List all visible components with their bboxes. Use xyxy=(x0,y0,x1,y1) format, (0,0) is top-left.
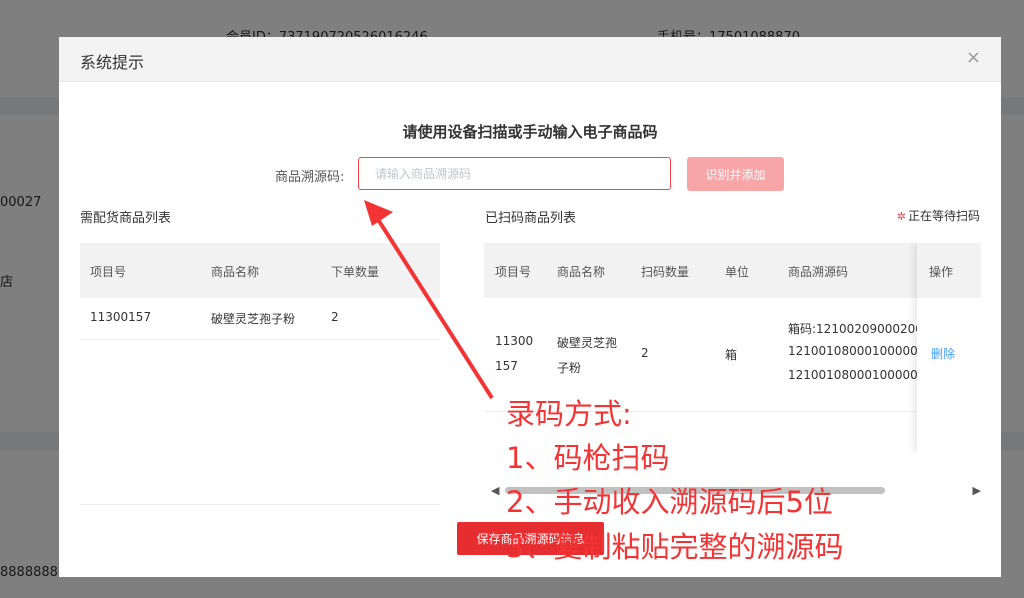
close-icon[interactable]: × xyxy=(966,48,981,68)
trace-code-input[interactable] xyxy=(358,157,671,190)
required-items-table: 项目号 商品名称 下单数量 11300157 破壁灵芝孢子粉 2 xyxy=(80,243,440,340)
trace-code-cell: 121001080001000000 xyxy=(788,344,926,358)
column-header: 项目号 xyxy=(495,265,532,279)
scan-instruction: 请使用设备扫描或手动输入电子商品码 xyxy=(402,123,658,141)
delete-link[interactable]: 删除 xyxy=(931,345,955,362)
column-header: 下单数量 xyxy=(331,265,380,279)
column-header: 项目号 xyxy=(90,265,127,279)
column-header: 操作 xyxy=(929,265,954,279)
waiting-status-text: 正在等待扫码 xyxy=(907,209,980,223)
fixed-action-column: 操作 删除 xyxy=(917,243,981,453)
trace-code-cell: 121001080001000000 xyxy=(788,368,926,382)
annotation-line: 1、码枪扫码 xyxy=(506,441,670,475)
product-name-cell: 子粉 xyxy=(557,361,582,375)
scroll-left-arrow-icon[interactable]: ◀ xyxy=(491,484,499,497)
table-row: 11300157 破壁灵芝孢子粉 2 xyxy=(80,298,440,340)
scroll-right-arrow-icon[interactable]: ▶ xyxy=(973,484,981,497)
table-header: 操作 xyxy=(917,243,981,298)
annotation-line: 录码方式: xyxy=(506,397,632,431)
column-header: 商品名称 xyxy=(557,265,606,279)
item-number-cell: 157 xyxy=(495,359,518,373)
column-header: 扫码数量 xyxy=(641,265,690,279)
scan-qty-cell: 2 xyxy=(641,346,649,360)
column-header: 商品名称 xyxy=(211,265,260,279)
spinner-icon: ✲ xyxy=(896,210,906,223)
column-header: 商品溯源码 xyxy=(788,265,849,279)
product-name-cell: 破壁灵芝孢 xyxy=(557,336,618,350)
required-items-title: 需配货商品列表 xyxy=(80,211,172,226)
dialog-header: 系统提示 × xyxy=(59,37,1001,82)
table-header: 项目号 商品名称 扫码数量 单位 商品溯源码 xyxy=(484,243,981,298)
table-header: 项目号 商品名称 下单数量 xyxy=(80,243,440,298)
column-header: 单位 xyxy=(725,265,750,279)
divider xyxy=(80,504,440,505)
product-name-cell: 破壁灵芝孢子粉 xyxy=(211,312,296,326)
item-number-cell: 11300 xyxy=(495,334,534,348)
trace-code-label: 商品溯源码: xyxy=(275,170,345,185)
scanned-items-title: 已扫码商品列表 xyxy=(485,211,577,226)
waiting-status: ✲ 正在等待扫码 xyxy=(897,207,980,224)
annotation-line: 2、手动收入溯源码后5位 xyxy=(506,485,833,519)
annotation-line: 3、复制粘贴完整的溯源码 xyxy=(506,530,844,564)
order-qty-cell: 2 xyxy=(331,310,339,324)
identify-add-button[interactable]: 识别并添加 xyxy=(687,157,784,191)
item-number-cell: 11300157 xyxy=(90,310,152,324)
trace-code-cell: 箱码:121002090002000 xyxy=(788,322,931,336)
dialog-title: 系统提示 xyxy=(80,53,145,72)
unit-cell: 箱 xyxy=(725,348,738,362)
